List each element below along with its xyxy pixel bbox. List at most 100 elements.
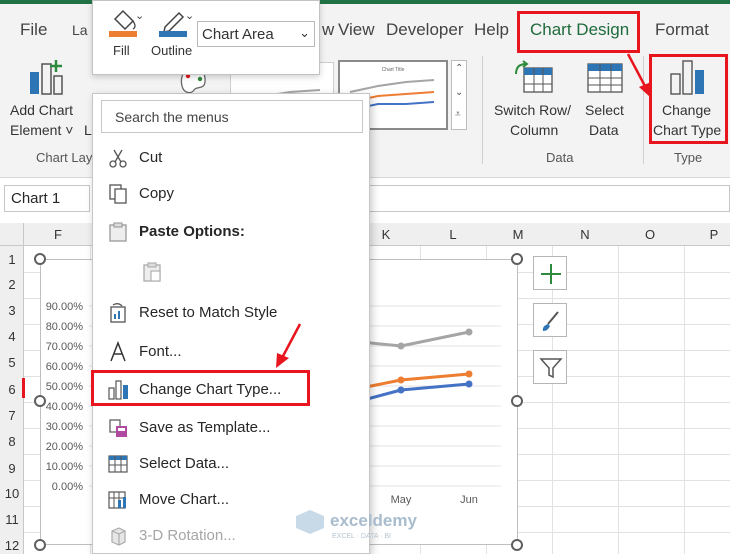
highlight-chart-design-tab [517, 11, 640, 53]
copy-icon [109, 184, 127, 204]
menu-search-input[interactable]: Search the menus [101, 100, 363, 133]
column-header-f[interactable]: F [38, 227, 78, 242]
row-header[interactable]: 10 [0, 486, 24, 501]
y-tick-label: 20.00% [46, 441, 84, 453]
y-tick-label: 30.00% [46, 421, 84, 433]
tab-view[interactable]: View [338, 20, 375, 40]
switch-row-column-icon[interactable] [514, 60, 556, 96]
name-box[interactable]: Chart 1 [4, 185, 90, 212]
row-headers: 1 2 3 4 5 6 7 8 9 10 11 12 [0, 246, 24, 554]
tab-help[interactable]: Help [474, 20, 509, 40]
move-chart-icon [108, 491, 126, 509]
menu-item-reset-to-match-style[interactable]: Reset to Match Style [93, 295, 369, 331]
column-header-o[interactable]: O [630, 227, 670, 242]
x-tick-label: Jun [460, 494, 478, 506]
select-data-label-1[interactable]: Select [585, 100, 624, 120]
save-template-icon [109, 419, 127, 437]
fill-dropdown-icon[interactable]: ⌄ [135, 9, 144, 22]
switch-row-column-label-2[interactable]: Column [510, 120, 558, 140]
tab-format[interactable]: Format [655, 20, 709, 40]
column-header-m[interactable]: M [498, 227, 538, 242]
series-point [465, 380, 473, 388]
select-data-icon[interactable] [586, 60, 626, 96]
tab-review-partial[interactable]: w [322, 20, 334, 40]
gallery-up-icon[interactable]: ⌃ [455, 63, 463, 74]
resize-handle[interactable] [511, 253, 523, 265]
row-header[interactable]: 8 [0, 434, 24, 449]
select-data-icon [108, 455, 128, 473]
column-header-p[interactable]: P [694, 227, 730, 242]
gallery-more-icon[interactable]: ⩡ [455, 109, 461, 120]
3d-rotation-icon [111, 527, 126, 546]
type-group-label: Type [674, 150, 703, 165]
outline-dropdown-icon[interactable]: ⌄ [185, 9, 194, 22]
style-gallery-scroll[interactable]: ⌃ ⌄ ⩡ [451, 60, 467, 130]
tab-developer[interactable]: Developer [386, 20, 464, 40]
switch-row-column-label-1[interactable]: Switch Row/ [494, 100, 571, 120]
chart-layouts-group-label: Chart Lay [36, 150, 93, 165]
series-point [465, 370, 473, 378]
highlight-change-chart-type-button [649, 54, 728, 144]
row-header[interactable]: 2 [0, 277, 24, 292]
row-header[interactable]: 6 [0, 382, 24, 397]
row-header[interactable]: 12 [0, 538, 24, 553]
column-header-l[interactable]: L [433, 227, 473, 242]
gridline [552, 246, 553, 554]
menu-item-select-data[interactable]: Select Data... [93, 446, 369, 482]
red-arrow-icon [276, 323, 302, 368]
chart-style-thumb-title: Chart Title [382, 67, 405, 73]
chart-element-selector-value: Chart Area [202, 26, 274, 43]
add-chart-element-icon[interactable] [26, 58, 66, 98]
menu-item-label: Copy [139, 185, 175, 202]
menu-item-cut[interactable]: Cut [93, 140, 369, 176]
row-header[interactable]: 3 [0, 303, 24, 318]
menu-item-save-as-template[interactable]: Save as Template... [93, 410, 369, 446]
chart-filters-icon [539, 358, 563, 379]
tab-layout-partial[interactable]: La [72, 22, 88, 38]
chart-elements-button[interactable] [533, 256, 567, 290]
row-header[interactable]: 11 [0, 512, 24, 527]
row-header[interactable]: 9 [0, 461, 24, 476]
add-chart-element-label-2[interactable]: Element ˅ [10, 120, 73, 140]
resize-handle[interactable] [511, 539, 523, 551]
data-group-label: Data [546, 150, 574, 165]
resize-handle[interactable] [34, 253, 46, 265]
column-header-k[interactable]: K [366, 227, 406, 242]
resize-handle[interactable] [511, 395, 523, 407]
fill-label[interactable]: Fill [113, 43, 130, 58]
menu-item-label: Select Data... [139, 455, 230, 472]
row-header[interactable]: 5 [0, 355, 24, 370]
y-tick-label: 80.00% [46, 321, 84, 333]
quick-layout-label-partial[interactable]: L [84, 120, 92, 140]
menu-item-label: 3-D Rotation... [139, 527, 236, 544]
gallery-down-icon[interactable]: ⌄ [455, 87, 463, 98]
select-data-label-2[interactable]: Data [589, 120, 619, 140]
outline-label[interactable]: Outline [151, 43, 192, 58]
resize-handle[interactable] [34, 539, 46, 551]
chart-filters-button[interactable] [533, 350, 567, 384]
add-chart-element-label-1[interactable]: Add Chart [10, 100, 73, 120]
menu-item-label: Paste Options: [139, 223, 245, 240]
scissors-icon [109, 149, 127, 168]
y-tick-label: 50.00% [46, 381, 84, 393]
tab-file[interactable]: File [20, 20, 47, 40]
row-header[interactable]: 1 [0, 252, 24, 267]
row-header[interactable]: 4 [0, 329, 24, 344]
x-tick-label: May [391, 494, 412, 506]
menu-item-font[interactable]: Font... [93, 334, 369, 370]
y-tick-label: 60.00% [46, 361, 84, 373]
menu-item-label: Reset to Match Style [139, 304, 278, 321]
series-point [397, 386, 405, 394]
column-header-n[interactable]: N [565, 227, 605, 242]
resize-handle[interactable] [34, 395, 46, 407]
menu-item-label: Move Chart... [139, 491, 230, 508]
paste-icon [143, 262, 161, 282]
menu-item-copy[interactable]: Copy [93, 176, 369, 212]
select-all-corner[interactable] [0, 223, 24, 246]
row-header[interactable]: 7 [0, 408, 24, 423]
gridline [618, 246, 619, 554]
y-tick-label: 40.00% [46, 401, 84, 413]
chart-element-selector[interactable]: Chart Area ⌄ [197, 21, 315, 47]
paste-option-button[interactable] [131, 254, 171, 292]
chart-styles-button[interactable] [533, 303, 567, 337]
